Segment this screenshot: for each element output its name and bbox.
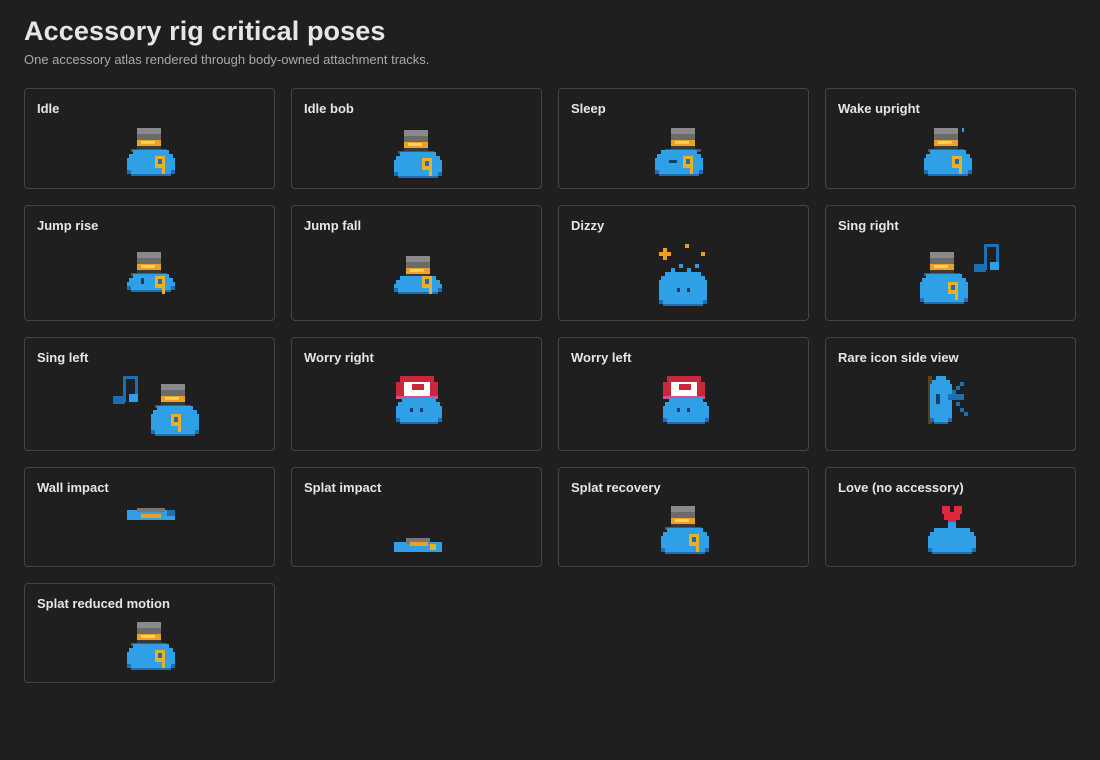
pose-label: Jump fall (304, 218, 362, 233)
slime-splat-icon (394, 538, 442, 552)
pose-label: Wake upright (838, 101, 920, 116)
pose-label: Sing right (838, 218, 899, 233)
pose-label: Idle bob (304, 101, 354, 116)
slime-top-hat-key-icon (127, 128, 175, 176)
pose-label: Worry left (571, 350, 632, 365)
slime-wall-squash-icon (127, 508, 175, 520)
pose-label: Splat reduced motion (37, 596, 170, 611)
slime-top-hat-key-icon (127, 252, 175, 294)
pose-label: Rare icon side view (838, 350, 959, 365)
pose-card: Splat reduced motion (24, 583, 275, 683)
slime-top-hat-key-icon (127, 622, 175, 670)
pose-card: Rare icon side view (825, 337, 1076, 451)
pose-label: Sleep (571, 101, 606, 116)
slime-sing-note-icon (113, 376, 199, 436)
pose-label: Splat recovery (571, 480, 661, 495)
pose-card: Worry left (558, 337, 809, 451)
pose-label: Worry right (304, 350, 374, 365)
slime-top-hat-key-icon (655, 128, 703, 176)
pose-card: Splat impact (291, 467, 542, 567)
pose-label: Idle (37, 101, 60, 116)
pose-label: Splat impact (304, 480, 382, 495)
slime-top-hat-key-icon (924, 128, 972, 176)
pose-card: Sing right (825, 205, 1076, 321)
pose-card: Idle bob (291, 88, 542, 189)
slime-red-cap-icon (663, 376, 709, 424)
pose-card: Love (no accessory) (825, 467, 1076, 567)
pose-label: Jump rise (37, 218, 99, 233)
pose-card: Worry right (291, 337, 542, 451)
slime-top-hat-key-icon (394, 130, 442, 178)
pose-label: Sing left (37, 350, 89, 365)
slime-red-cap-icon (396, 376, 442, 424)
pose-card: Wake upright (825, 88, 1076, 189)
pose-card: Jump rise (24, 205, 275, 321)
slime-side-view-icon (928, 376, 968, 424)
pose-card: Jump fall (291, 205, 542, 321)
pose-card: Sleep (558, 88, 809, 189)
pose-card: Splat recovery (558, 467, 809, 567)
pose-label: Dizzy (571, 218, 605, 233)
pose-card: Dizzy (558, 205, 809, 321)
page-subtitle: One accessory atlas rendered through bod… (24, 52, 430, 67)
slime-top-hat-key-icon (394, 256, 442, 294)
page-title: Accessory rig critical poses (24, 16, 386, 46)
slime-top-hat-key-icon (661, 506, 709, 554)
slime-heart-icon (928, 506, 976, 554)
pose-label: Love (no accessory) (838, 480, 964, 495)
pose-card: Wall impact (24, 467, 275, 567)
pose-label: Wall impact (37, 480, 109, 495)
slime-dizzy-stars-icon (659, 244, 707, 306)
pose-card: Sing left (24, 337, 275, 451)
pose-card: Idle (24, 88, 275, 189)
pose-gallery-page: Accessory rig critical poses One accesso… (0, 0, 1100, 760)
slime-sing-note-icon (920, 244, 999, 304)
